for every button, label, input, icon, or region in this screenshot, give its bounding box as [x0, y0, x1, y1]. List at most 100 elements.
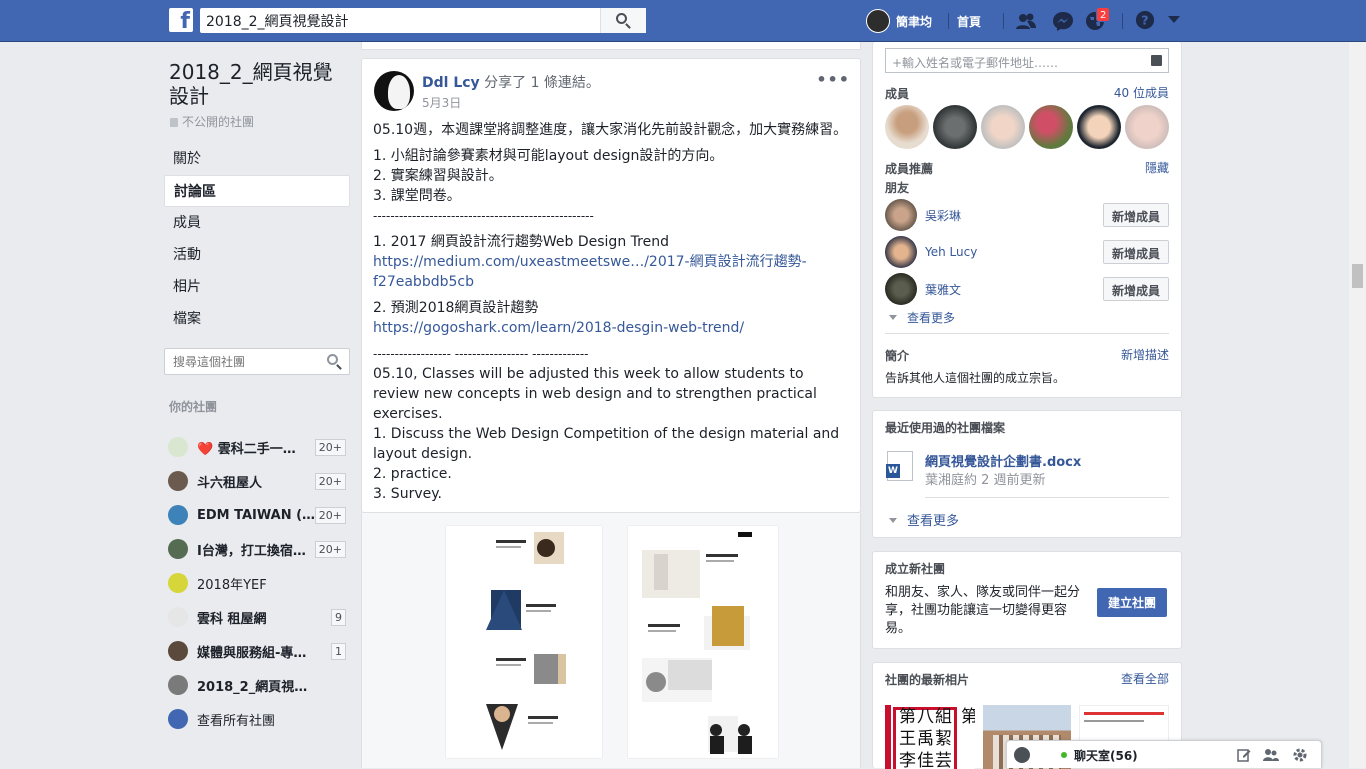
create-group-heading: 成立新社團: [885, 562, 946, 576]
list-item: 1. Discuss the Web Design Competition of…: [373, 426, 840, 462]
photo-thumb[interactable]: 第八組 王禹絜 李佳芸 第: [885, 705, 975, 769]
divider-text: ----------------------------------------…: [373, 209, 594, 223]
hide-suggestions-link[interactable]: 隱藏: [1145, 159, 1169, 176]
messenger-icon[interactable]: [1052, 11, 1074, 31]
photo-text-line: 第八組: [899, 707, 953, 727]
post-image-attachments: [361, 513, 861, 768]
avatar[interactable]: [885, 273, 917, 305]
member-avatar[interactable]: [933, 105, 977, 149]
see-more-label: 查看更多: [907, 514, 960, 529]
group-name: 2018年YEF: [197, 577, 267, 593]
avatar[interactable]: [374, 71, 414, 111]
page-title[interactable]: 2018_2_網頁視覺設計: [169, 60, 349, 108]
see-more-files-link[interactable]: 查看更多: [885, 510, 959, 529]
group-nav-item[interactable]: 成員: [164, 207, 350, 239]
group-search-input[interactable]: [165, 349, 315, 374]
see-more-label: 查看更多: [907, 311, 956, 325]
page-scrollbar[interactable]: [1349, 42, 1366, 768]
chevron-down-icon: [889, 518, 897, 523]
group-name: ❤️ 雲科二手一…: [197, 441, 296, 457]
member-avatar[interactable]: [885, 105, 929, 149]
scrollbar-thumb[interactable]: [1352, 264, 1363, 288]
post-author-link[interactable]: Ddl Lcy: [422, 75, 480, 91]
group-nav-item[interactable]: 相片: [164, 271, 350, 303]
file-name-link[interactable]: 網頁視覺設計企劃書.docx: [925, 451, 1081, 470]
search-button[interactable]: [600, 8, 646, 33]
compose-icon[interactable]: [1151, 55, 1162, 66]
your-group-item[interactable]: 雲科 租屋網 9: [168, 600, 350, 634]
group-icon: [168, 573, 188, 593]
see-all-photos-link[interactable]: 查看全部: [1121, 670, 1169, 687]
member-avatar-row: [885, 105, 1173, 149]
globe-icon[interactable]: [1014, 747, 1030, 763]
your-group-item[interactable]: 查看所有社團: [168, 702, 350, 736]
list-item: 2. 預測2018網頁設計趨勢: [373, 300, 539, 316]
avatar[interactable]: [885, 236, 917, 268]
members-card: +輸入姓名或電子郵件地址…… 成員 40 位成員 成員推薦 隱藏 朋友 吳彩琳 …: [872, 42, 1182, 398]
group-name: 查看所有社團: [197, 713, 276, 729]
group-privacy-label: 不公開的社團: [170, 113, 254, 130]
unread-count-badge: 20+: [314, 506, 346, 524]
unread-count-badge: 20+: [314, 540, 346, 558]
facebook-logo-icon[interactable]: f: [169, 8, 193, 32]
group-nav-item[interactable]: 關於: [164, 143, 350, 175]
add-member-button[interactable]: 新增成員: [1102, 277, 1169, 301]
post-link[interactable]: https://medium.com/uxeastmeetswe…/2017-網…: [373, 254, 807, 290]
member-avatar[interactable]: [1125, 105, 1169, 149]
recent-files-card: 最近使用過的社團檔案 W 網頁視覺設計企劃書.docx 葉湘庭約 2 週前更新 …: [872, 410, 1182, 538]
member-avatar[interactable]: [1029, 105, 1073, 149]
your-group-item[interactable]: 2018_2_網頁視覺設計: [168, 668, 350, 702]
create-group-chat-icon[interactable]: [1263, 748, 1279, 762]
lock-icon: [170, 118, 178, 127]
web-design-image-2[interactable]: [628, 526, 778, 758]
add-member-button[interactable]: 新增成員: [1102, 203, 1169, 227]
chat-label[interactable]: 聊天室(56): [1074, 747, 1138, 764]
global-search-input[interactable]: [200, 8, 600, 33]
group-name: 2018_2_網頁視覺設計: [197, 679, 317, 695]
friend-requests-icon[interactable]: [1015, 11, 1037, 31]
profile-link[interactable]: 簡聿均: [866, 0, 932, 42]
privacy-text: 不公開的社團: [182, 115, 255, 129]
search-icon[interactable]: [327, 354, 338, 365]
suggestion-row: 吳彩琳 新增成員: [885, 199, 1169, 231]
web-design-image-1[interactable]: [446, 526, 602, 758]
group-icon: [168, 607, 188, 627]
global-search-bar: [200, 8, 646, 33]
suggestion-name[interactable]: 吳彩琳: [925, 207, 1103, 224]
add-member-button[interactable]: 新增成員: [1102, 240, 1169, 264]
suggestion-row: Yeh Lucy 新增成員: [885, 236, 1169, 268]
unread-count-badge: 20+: [314, 438, 346, 456]
new-message-compose-icon[interactable]: [1237, 748, 1251, 762]
member-count-link[interactable]: 40 位成員: [1114, 84, 1169, 101]
latest-photos-heading: 社團的最新相片: [885, 673, 970, 687]
your-group-item[interactable]: I台灣，打工換宿… 20+: [168, 532, 350, 566]
group-nav-item[interactable]: 活動: [164, 239, 350, 271]
create-group-button[interactable]: 建立社團: [1097, 588, 1168, 617]
member-avatar[interactable]: [981, 105, 1025, 149]
suggestion-name[interactable]: Yeh Lucy: [925, 245, 1103, 259]
post-timestamp[interactable]: 5月3日: [422, 94, 461, 111]
add-member-input[interactable]: +輸入姓名或電子郵件地址……: [885, 48, 1169, 73]
group-nav-item[interactable]: 討論區: [164, 175, 350, 207]
suggestion-name[interactable]: 葉雅文: [925, 281, 1103, 298]
account-menu-chevron-down-icon[interactable]: [1168, 16, 1180, 24]
your-group-item[interactable]: 斗六租屋人 20+: [168, 464, 350, 498]
chat-sidebar-bar[interactable]: 聊天室(56): [1006, 740, 1322, 768]
avatar[interactable]: [885, 199, 917, 231]
intro-heading: 簡介: [885, 349, 910, 363]
see-more-members-link[interactable]: 查看更多: [885, 309, 955, 326]
your-group-item[interactable]: 媒體與服務組-專… 1: [168, 634, 350, 668]
post-link[interactable]: https://gogoshark.com/learn/2018-desgin-…: [373, 320, 744, 336]
help-icon[interactable]: ?: [1134, 10, 1156, 30]
your-group-item[interactable]: 2018年YEF: [168, 566, 350, 600]
member-avatar[interactable]: [1077, 105, 1121, 149]
chat-settings-gear-icon[interactable]: [1292, 747, 1308, 763]
post-body: 05.10週，本週課堂將調整進度，讓大家消化先前設計觀念，加大實務練習。 1. …: [373, 120, 853, 504]
divider-text: ------------------ ----------------- ---…: [373, 347, 589, 361]
home-link[interactable]: 首頁: [957, 0, 981, 42]
post-options-more-icon[interactable]: •••: [816, 70, 850, 89]
group-nav-item[interactable]: 檔案: [164, 303, 350, 335]
add-description-link[interactable]: 新增描述: [1121, 346, 1169, 363]
your-group-item[interactable]: ❤️ 雲科二手一… 20+: [168, 430, 350, 464]
your-group-item[interactable]: EDM TAIWAN (… 20+: [168, 498, 350, 532]
